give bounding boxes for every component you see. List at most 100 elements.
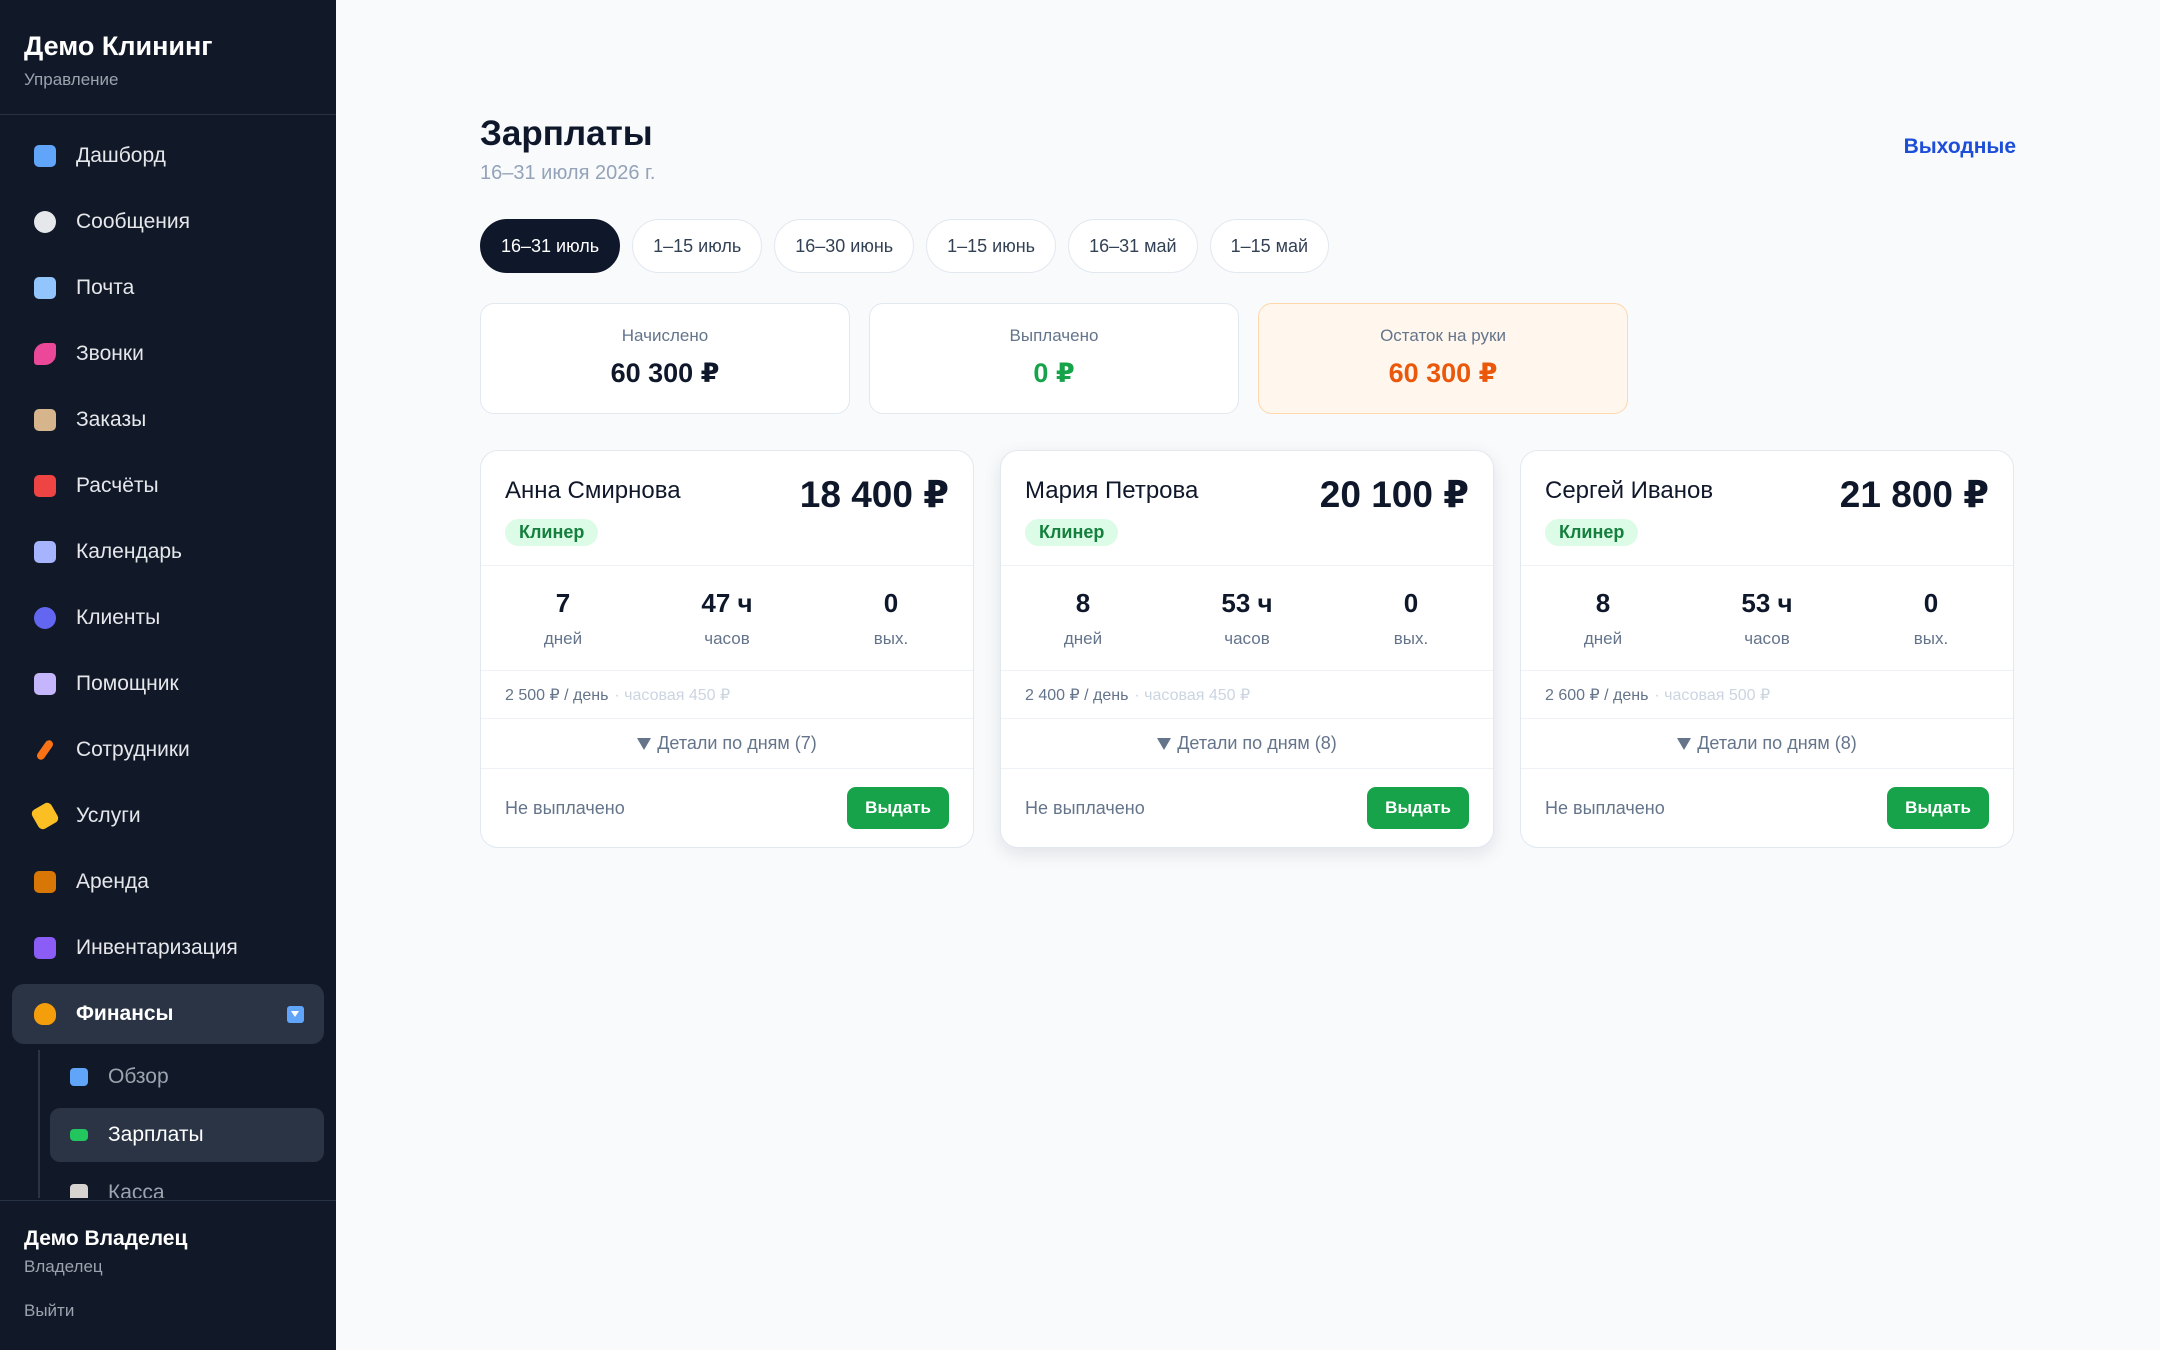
sidebar: Демо Клининг Управление Дашборд Сообщени… bbox=[0, 0, 336, 1350]
period-pill[interactable]: 1–15 май bbox=[1209, 219, 1330, 273]
sidebar-subitem-overview[interactable]: Обзор bbox=[50, 1050, 324, 1104]
period-pill[interactable]: 16–31 май bbox=[1068, 219, 1198, 273]
sidebar-item-assistant[interactable]: Помощник bbox=[12, 654, 324, 714]
sidebar-subitem-label: Зарплаты bbox=[108, 1123, 204, 1146]
sidebar-item-services[interactable]: Услуги bbox=[12, 786, 324, 846]
cabinet-icon bbox=[34, 937, 56, 959]
sidebar-item-label: Календарь bbox=[76, 540, 182, 563]
details-toggle[interactable]: Детали по дням (8) bbox=[1521, 719, 2013, 769]
money-bag-icon bbox=[34, 1003, 56, 1025]
details-toggle[interactable]: Детали по дням (7) bbox=[481, 719, 973, 769]
sidebar-item-label: Инвентаризация bbox=[76, 936, 238, 959]
brand: Демо Клининг Управление bbox=[0, 0, 336, 115]
role-badge: Клинер bbox=[1025, 519, 1119, 546]
stat-value: 0 bbox=[1403, 588, 1419, 618]
sidebar-item-label: Расчёты bbox=[76, 474, 159, 497]
summary-label: Начислено bbox=[621, 326, 709, 345]
sidebar-item-calls[interactable]: Звонки bbox=[12, 324, 324, 384]
sidebar-item-calculations[interactable]: Расчёты bbox=[12, 456, 324, 516]
sidebar-item-rental[interactable]: Аренда bbox=[12, 852, 324, 912]
stat-value: 53 ч bbox=[1741, 588, 1793, 618]
summary-accrued: Начислено 60 300 ₽ bbox=[480, 303, 850, 414]
users-icon bbox=[34, 607, 56, 629]
rate-info: 2 400 ₽ / день · часовая 450 ₽ bbox=[1001, 671, 1493, 719]
sidebar-item-label: Клиенты bbox=[76, 606, 161, 629]
employee-total: 20 100 ₽ bbox=[1319, 474, 1469, 515]
sidebar-subitem-salaries[interactable]: Зарплаты bbox=[50, 1108, 324, 1162]
sidebar-item-employees[interactable]: Сотрудники bbox=[12, 720, 324, 780]
rate-info: 2 500 ₽ / день · часовая 450 ₽ bbox=[481, 671, 973, 719]
logout-link[interactable]: Выйти bbox=[24, 1301, 74, 1321]
banknote-icon bbox=[70, 1129, 88, 1141]
employee-stats: 8 дней 53 ч часов 0 вых. bbox=[1001, 566, 1493, 671]
sidebar-item-messages[interactable]: Сообщения bbox=[12, 192, 324, 252]
details-toggle[interactable]: Детали по дням (8) bbox=[1001, 719, 1493, 769]
period-pill[interactable]: 16–30 июнь bbox=[774, 219, 915, 273]
period-pill[interactable]: 1–15 июль bbox=[632, 219, 763, 273]
triangle-down-icon bbox=[1677, 737, 1692, 750]
sidebar-item-clients[interactable]: Клиенты bbox=[12, 588, 324, 648]
period-pill[interactable]: 16–31 июль bbox=[480, 219, 621, 273]
chevron-down-icon[interactable] bbox=[287, 1005, 304, 1023]
abacus-icon bbox=[34, 475, 56, 497]
rate-info: 2 600 ₽ / день · часовая 500 ₽ bbox=[1521, 671, 2013, 719]
summary-row: Начислено 60 300 ₽ Выплачено 0 ₽ Остаток… bbox=[480, 303, 1628, 414]
employee-cards: Анна Смирнова Клинер 18 400 ₽ 7 дней 47 … bbox=[480, 450, 2014, 848]
page-subtitle: 16–31 июля 2026 г. bbox=[480, 162, 656, 184]
daily-rate: 2 600 ₽ / день bbox=[1545, 686, 1649, 704]
summary-balance: Остаток на руки 60 300 ₽ bbox=[1258, 303, 1628, 414]
sidebar-item-label: Сообщения bbox=[76, 210, 190, 233]
stat-unit: дней bbox=[1583, 629, 1623, 648]
employee-header: Сергей Иванов Клинер 21 800 ₽ bbox=[1521, 451, 2013, 566]
stat-value: 0 bbox=[1923, 588, 1939, 618]
page-title: Зарплаты bbox=[480, 114, 653, 153]
clipboard-icon bbox=[34, 409, 56, 431]
user-role: Владелец bbox=[24, 1257, 103, 1276]
sidebar-item-inventory[interactable]: Инвентаризация bbox=[12, 918, 324, 978]
sidebar-item-label: Помощник bbox=[76, 672, 179, 695]
sidebar-item-label: Почта bbox=[76, 276, 135, 299]
sidebar-subitem-cashbox[interactable]: Касса bbox=[50, 1166, 324, 1198]
sidebar-item-mail[interactable]: Почта bbox=[12, 258, 324, 318]
sidebar-item-finance[interactable]: Финансы bbox=[12, 984, 324, 1044]
stat-value: 8 bbox=[1075, 588, 1091, 618]
employee-stats: 7 дней 47 ч часов 0 вых. bbox=[481, 566, 973, 671]
employee-header: Анна Смирнова Клинер 18 400 ₽ bbox=[481, 451, 973, 566]
weekends-link[interactable]: Выходные bbox=[1904, 135, 2016, 159]
sidebar-nav: Дашборд Сообщения Почта Звонки Заказы Ра… bbox=[12, 126, 324, 1198]
period-pill[interactable]: 1–15 июнь bbox=[926, 219, 1057, 273]
daily-rate: 2 500 ₽ / день bbox=[505, 686, 609, 704]
robot-icon bbox=[34, 673, 56, 695]
summary-label: Остаток на руки bbox=[1380, 326, 1506, 345]
sidebar-item-dashboard[interactable]: Дашборд bbox=[12, 126, 324, 186]
stat-hours: 53 ч часов bbox=[1187, 588, 1307, 670]
pay-button[interactable]: Выдать bbox=[1367, 787, 1469, 829]
sidebar-item-orders[interactable]: Заказы bbox=[12, 390, 324, 450]
employee-total: 21 800 ₽ bbox=[1839, 474, 1989, 515]
phone-icon bbox=[34, 343, 56, 365]
employee-card: Анна Смирнова Клинер 18 400 ₽ 7 дней 47 … bbox=[480, 450, 974, 848]
payment-status: Не выплачено bbox=[1025, 797, 1145, 818]
stat-hours: 53 ч часов bbox=[1707, 588, 1827, 670]
employee-stats: 8 дней 53 ч часов 0 вых. bbox=[1521, 566, 2013, 671]
sidebar-subitem-label: Касса bbox=[108, 1181, 165, 1198]
employee-header: Мария Петрова Клинер 20 100 ₽ bbox=[1001, 451, 1493, 566]
app-subtitle: Управление bbox=[24, 70, 119, 89]
stat-days: 7 дней bbox=[503, 588, 623, 670]
employee-total: 18 400 ₽ bbox=[799, 474, 949, 515]
stat-value: 47 ч bbox=[701, 588, 753, 618]
finance-subnav: Обзор Зарплаты Касса bbox=[38, 1050, 324, 1198]
tag-icon bbox=[29, 800, 61, 832]
chart-icon bbox=[34, 145, 56, 167]
role-badge: Клинер bbox=[505, 519, 599, 546]
stat-unit: вых. bbox=[1913, 629, 1949, 648]
details-label: Детали по дням (8) bbox=[1177, 733, 1337, 753]
daily-rate: 2 400 ₽ / день bbox=[1025, 686, 1129, 704]
sidebar-item-calendar[interactable]: Календарь bbox=[12, 522, 324, 582]
stat-value: 8 bbox=[1595, 588, 1611, 618]
pay-button[interactable]: Выдать bbox=[847, 787, 949, 829]
sidebar-item-label: Услуги bbox=[76, 804, 141, 827]
stat-value: 0 bbox=[883, 588, 899, 618]
pay-button[interactable]: Выдать bbox=[1887, 787, 1989, 829]
stat-unit: вых. bbox=[873, 629, 909, 648]
